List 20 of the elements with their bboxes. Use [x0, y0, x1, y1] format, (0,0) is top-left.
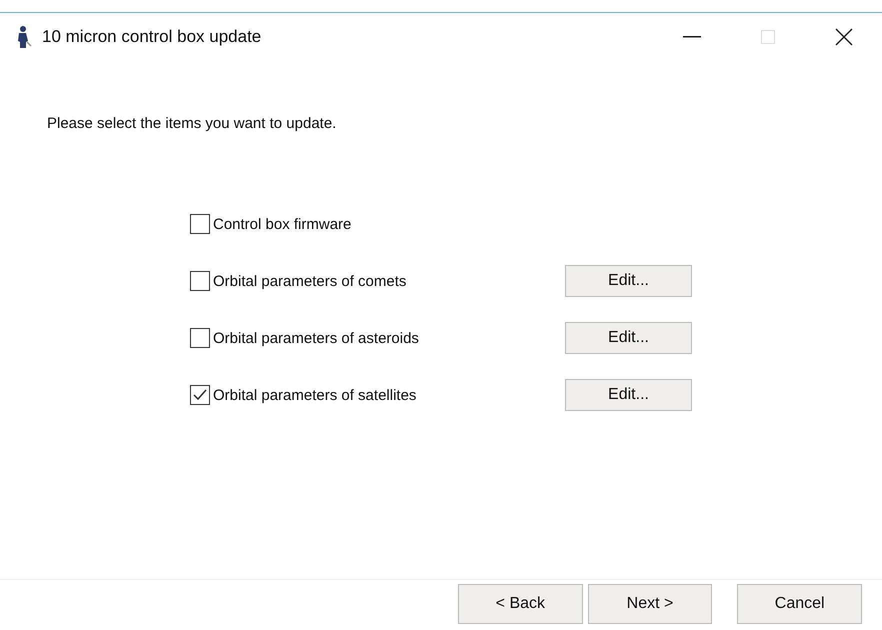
checkbox[interactable] — [190, 214, 210, 234]
checkbox[interactable] — [190, 271, 210, 291]
checkbox-label[interactable]: Control box firmware — [213, 216, 565, 232]
checkbox[interactable] — [190, 328, 210, 348]
checkbox-label[interactable]: Orbital parameters of asteroids — [213, 330, 565, 346]
minimize-icon[interactable] — [683, 36, 701, 38]
checkbox-label[interactable]: Orbital parameters of comets — [213, 272, 565, 290]
edit-button[interactable]: Edit... — [565, 322, 692, 354]
back-button[interactable]: < Back — [458, 584, 583, 624]
checkbox[interactable] — [190, 385, 210, 405]
edit-button[interactable]: Edit... — [565, 379, 692, 411]
edit-button[interactable]: Edit... — [565, 265, 692, 297]
next-button[interactable]: Next > — [588, 584, 712, 624]
checkbox-label[interactable]: Orbital parameters of satellites — [213, 386, 565, 404]
checkmark-icon — [193, 389, 207, 401]
cancel-button[interactable]: Cancel — [737, 584, 862, 624]
window-title: 10 micron control box update — [42, 27, 262, 47]
instruction-text: Please select the items you want to update. — [47, 115, 338, 132]
figure-icon — [16, 26, 32, 48]
close-icon[interactable] — [835, 28, 853, 46]
